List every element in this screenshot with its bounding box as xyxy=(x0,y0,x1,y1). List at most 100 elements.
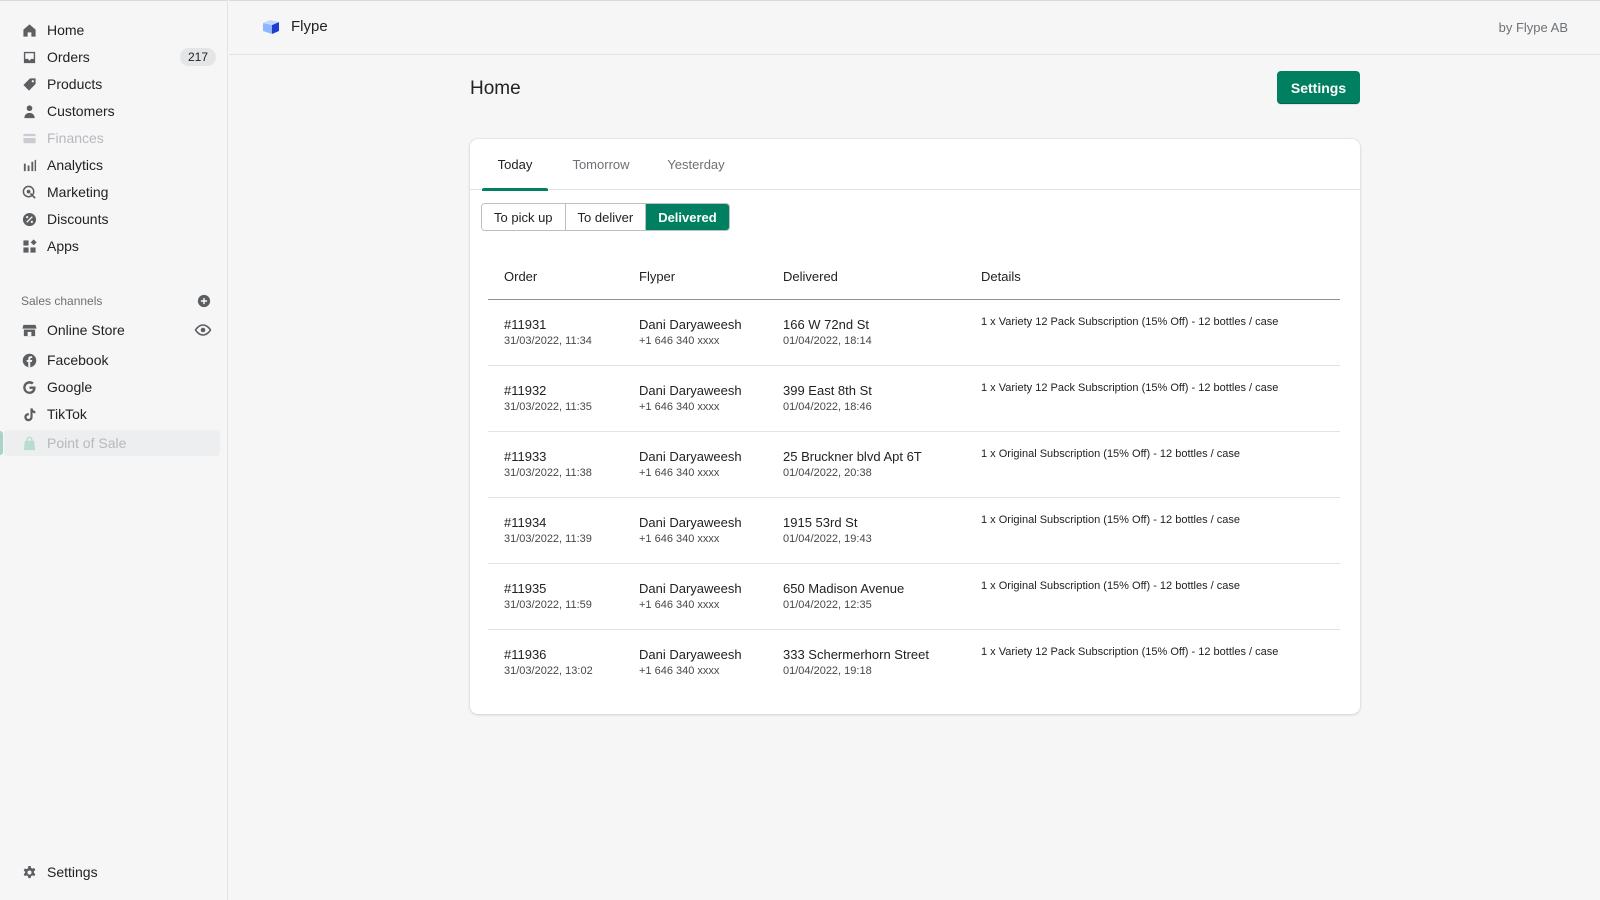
status-filter: To pick up To deliver Delivered xyxy=(481,203,730,231)
flyper-cell: Dani Daryaweesh +1 646 340 xxxx xyxy=(639,316,742,350)
delivery-address: 25 Bruckner blvd Apt 6T xyxy=(783,449,922,464)
flyper-cell: Dani Daryaweesh +1 646 340 xxxx xyxy=(639,580,742,614)
discount-icon xyxy=(21,211,37,227)
shopping-bag-icon xyxy=(21,435,37,451)
flyper-phone: +1 646 340 xxxx xyxy=(639,533,720,545)
sidebar-item-home[interactable]: Home xyxy=(0,17,220,43)
sidebar-item-label: Google xyxy=(47,379,93,395)
sidebar-item-label: Facebook xyxy=(47,352,109,368)
tab-today[interactable]: Today xyxy=(482,139,548,191)
order-cell: #11933 31/03/2022, 11:38 xyxy=(504,448,592,482)
settings-button[interactable]: Settings xyxy=(1277,71,1360,104)
flyper-cell: Dani Daryaweesh +1 646 340 xxxx xyxy=(639,448,742,482)
delivered-time: 01/04/2022, 12:35 xyxy=(783,599,872,611)
sidebar-item-apps[interactable]: Apps xyxy=(0,233,220,259)
column-header-flyper: Flyper xyxy=(639,269,676,284)
delivery-address: 399 East 8th St xyxy=(783,383,872,398)
order-cell: #11936 31/03/2022, 13:02 xyxy=(504,646,593,680)
sidebar-item-discounts[interactable]: Discounts xyxy=(0,206,220,232)
table-row[interactable]: #11931 31/03/2022, 11:34 Dani Daryaweesh… xyxy=(488,300,1340,366)
order-cell: #11932 31/03/2022, 11:35 xyxy=(504,382,592,416)
app-name: Flype xyxy=(291,18,328,35)
sidebar-item-facebook[interactable]: Facebook xyxy=(0,347,220,373)
sidebar-item-tiktok[interactable]: TikTok xyxy=(0,401,220,427)
top-bar: Flype by Flype AB xyxy=(229,0,1600,55)
flyper-name: Dani Daryaweesh xyxy=(639,383,742,398)
sidebar-item-label: Point of Sale xyxy=(47,435,127,451)
flyper-phone: +1 646 340 xxxx xyxy=(639,599,720,611)
add-channel-icon[interactable] xyxy=(197,294,211,308)
sidebar-item-analytics[interactable]: Analytics xyxy=(0,152,220,178)
sidebar-item-marketing[interactable]: Marketing xyxy=(0,179,220,205)
filter-to-pick-up[interactable]: To pick up xyxy=(482,204,566,230)
person-icon xyxy=(21,103,37,119)
tab-yesterday[interactable]: Yesterday xyxy=(656,139,736,190)
column-header-details: Details xyxy=(981,269,1021,284)
delivered-time: 01/04/2022, 19:18 xyxy=(783,665,872,677)
sales-channels-heading: Sales channels xyxy=(21,291,211,311)
sidebar-item-products[interactable]: Products xyxy=(0,71,220,97)
delivered-cell: 1915 53rd St 01/04/2022, 19:43 xyxy=(783,514,872,548)
filter-delivered[interactable]: Delivered xyxy=(646,204,729,230)
flyper-phone: +1 646 340 xxxx xyxy=(639,467,720,479)
sidebar-item-label: Home xyxy=(47,22,85,38)
delivered-cell: 650 Madison Avenue 01/04/2022, 12:35 xyxy=(783,580,904,614)
order-number[interactable]: #11936 xyxy=(504,646,593,663)
table-row[interactable]: #11936 31/03/2022, 13:02 Dani Daryaweesh… xyxy=(488,630,1340,696)
table-row[interactable]: #11935 31/03/2022, 11:59 Dani Daryaweesh… xyxy=(488,564,1340,630)
order-details: 1 x Variety 12 Pack Subscription (15% Of… xyxy=(981,646,1279,658)
order-number[interactable]: #11932 xyxy=(504,382,592,399)
page-title: Home xyxy=(470,78,521,99)
tiktok-icon xyxy=(21,406,37,422)
app-brand[interactable]: Flype xyxy=(261,18,328,35)
sidebar-item-google[interactable]: Google xyxy=(0,374,220,400)
sidebar-item-orders[interactable]: Orders 217 xyxy=(0,44,220,70)
inbox-icon xyxy=(21,49,37,65)
order-number[interactable]: #11931 xyxy=(504,316,592,333)
tab-tomorrow[interactable]: Tomorrow xyxy=(560,139,642,190)
flyper-phone: +1 646 340 xxxx xyxy=(639,665,720,677)
sidebar: Home Orders 217 Products Customers Finan… xyxy=(0,0,228,900)
facebook-icon xyxy=(21,352,37,368)
active-indicator xyxy=(0,431,3,455)
apps-icon xyxy=(21,238,37,254)
sidebar-item-customers[interactable]: Customers xyxy=(0,98,220,124)
order-time: 31/03/2022, 11:34 xyxy=(504,335,592,347)
order-time: 31/03/2022, 11:35 xyxy=(504,401,592,413)
flyper-phone: +1 646 340 xxxx xyxy=(639,401,720,413)
store-icon xyxy=(21,322,37,338)
column-header-delivered: Delivered xyxy=(783,269,838,284)
flyper-cell: Dani Daryaweesh +1 646 340 xxxx xyxy=(639,646,742,680)
sidebar-item-online-store[interactable]: Online Store xyxy=(0,317,220,343)
delivered-cell: 333 Schermerhorn Street 01/04/2022, 19:1… xyxy=(783,646,929,680)
sidebar-item-label: Apps xyxy=(47,238,79,254)
flyper-phone: +1 646 340 xxxx xyxy=(639,335,720,347)
order-number[interactable]: #11934 xyxy=(504,514,592,531)
sidebar-item-finances[interactable]: Finances xyxy=(0,125,220,151)
eye-icon[interactable] xyxy=(194,323,212,337)
order-details: 1 x Original Subscription (15% Off) - 12… xyxy=(981,580,1241,592)
filter-to-deliver[interactable]: To deliver xyxy=(565,204,647,230)
order-time: 31/03/2022, 11:59 xyxy=(504,599,592,611)
table-header: Order Flyper Delivered Details xyxy=(488,255,1340,300)
sidebar-item-settings[interactable]: Settings xyxy=(0,859,220,885)
table-row[interactable]: #11934 31/03/2022, 11:39 Dani Daryaweesh… xyxy=(488,498,1340,564)
order-number[interactable]: #11935 xyxy=(504,580,592,597)
order-number[interactable]: #11933 xyxy=(504,448,592,465)
delivered-cell: 399 East 8th St 01/04/2022, 18:46 xyxy=(783,382,872,416)
sidebar-item-point-of-sale[interactable]: Point of Sale xyxy=(4,430,220,456)
table-row[interactable]: #11933 31/03/2022, 11:38 Dani Daryaweesh… xyxy=(488,432,1340,498)
sidebar-item-label: TikTok xyxy=(47,406,87,422)
home-icon xyxy=(21,22,37,38)
delivered-cell: 166 W 72nd St 01/04/2022, 18:14 xyxy=(783,316,872,350)
flyper-cell: Dani Daryaweesh +1 646 340 xxxx xyxy=(639,382,742,416)
flyper-name: Dani Daryaweesh xyxy=(639,581,742,596)
order-cell: #11935 31/03/2022, 11:59 xyxy=(504,580,592,614)
order-details: 1 x Variety 12 Pack Subscription (15% Of… xyxy=(981,316,1279,328)
app-owner: by Flype AB xyxy=(1498,20,1568,35)
order-cell: #11934 31/03/2022, 11:39 xyxy=(504,514,592,548)
table-row[interactable]: #11932 31/03/2022, 11:35 Dani Daryaweesh… xyxy=(488,366,1340,432)
delivered-cell: 25 Bruckner blvd Apt 6T 01/04/2022, 20:3… xyxy=(783,448,922,482)
day-tabs: Today Tomorrow Yesterday xyxy=(470,139,1360,191)
sidebar-item-label: Finances xyxy=(47,130,104,146)
